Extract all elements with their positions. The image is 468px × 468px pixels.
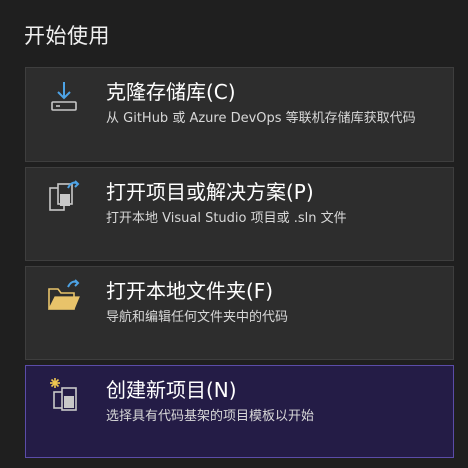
- clone-repository-title: 克隆存储库(C): [106, 80, 236, 104]
- get-started-panel: 开始使用 克隆存储库(C) 从 GitHub 或 Azure DevOps 等联…: [0, 0, 468, 468]
- new-project-icon: [46, 376, 82, 412]
- clone-repository-button[interactable]: 克隆存储库(C) 从 GitHub 或 Azure DevOps 等联机存储库获…: [25, 67, 454, 162]
- clone-repository-description: 从 GitHub 或 Azure DevOps 等联机存储库获取代码: [106, 111, 416, 126]
- open-project-description: 打开本地 Visual Studio 项目或 .sln 文件: [106, 211, 347, 226]
- open-project-title: 打开项目或解决方案(P): [106, 180, 314, 204]
- create-new-project-button[interactable]: 创建新项目(N) 选择具有代码基架的项目模板以开始: [25, 365, 454, 458]
- download-clone-icon: [46, 78, 82, 114]
- section-title: 开始使用: [24, 24, 110, 48]
- open-local-folder-description: 导航和编辑任何文件夹中的代码: [106, 310, 289, 325]
- create-new-project-title: 创建新项目(N): [106, 378, 237, 402]
- open-project-button[interactable]: 打开项目或解决方案(P) 打开本地 Visual Studio 项目或 .sln…: [25, 167, 454, 261]
- open-project-icon: [46, 178, 82, 214]
- open-folder-icon: [46, 277, 82, 313]
- open-local-folder-title: 打开本地文件夹(F): [106, 279, 274, 303]
- open-local-folder-button[interactable]: 打开本地文件夹(F) 导航和编辑任何文件夹中的代码: [25, 266, 454, 360]
- create-new-project-description: 选择具有代码基架的项目模板以开始: [106, 409, 315, 424]
